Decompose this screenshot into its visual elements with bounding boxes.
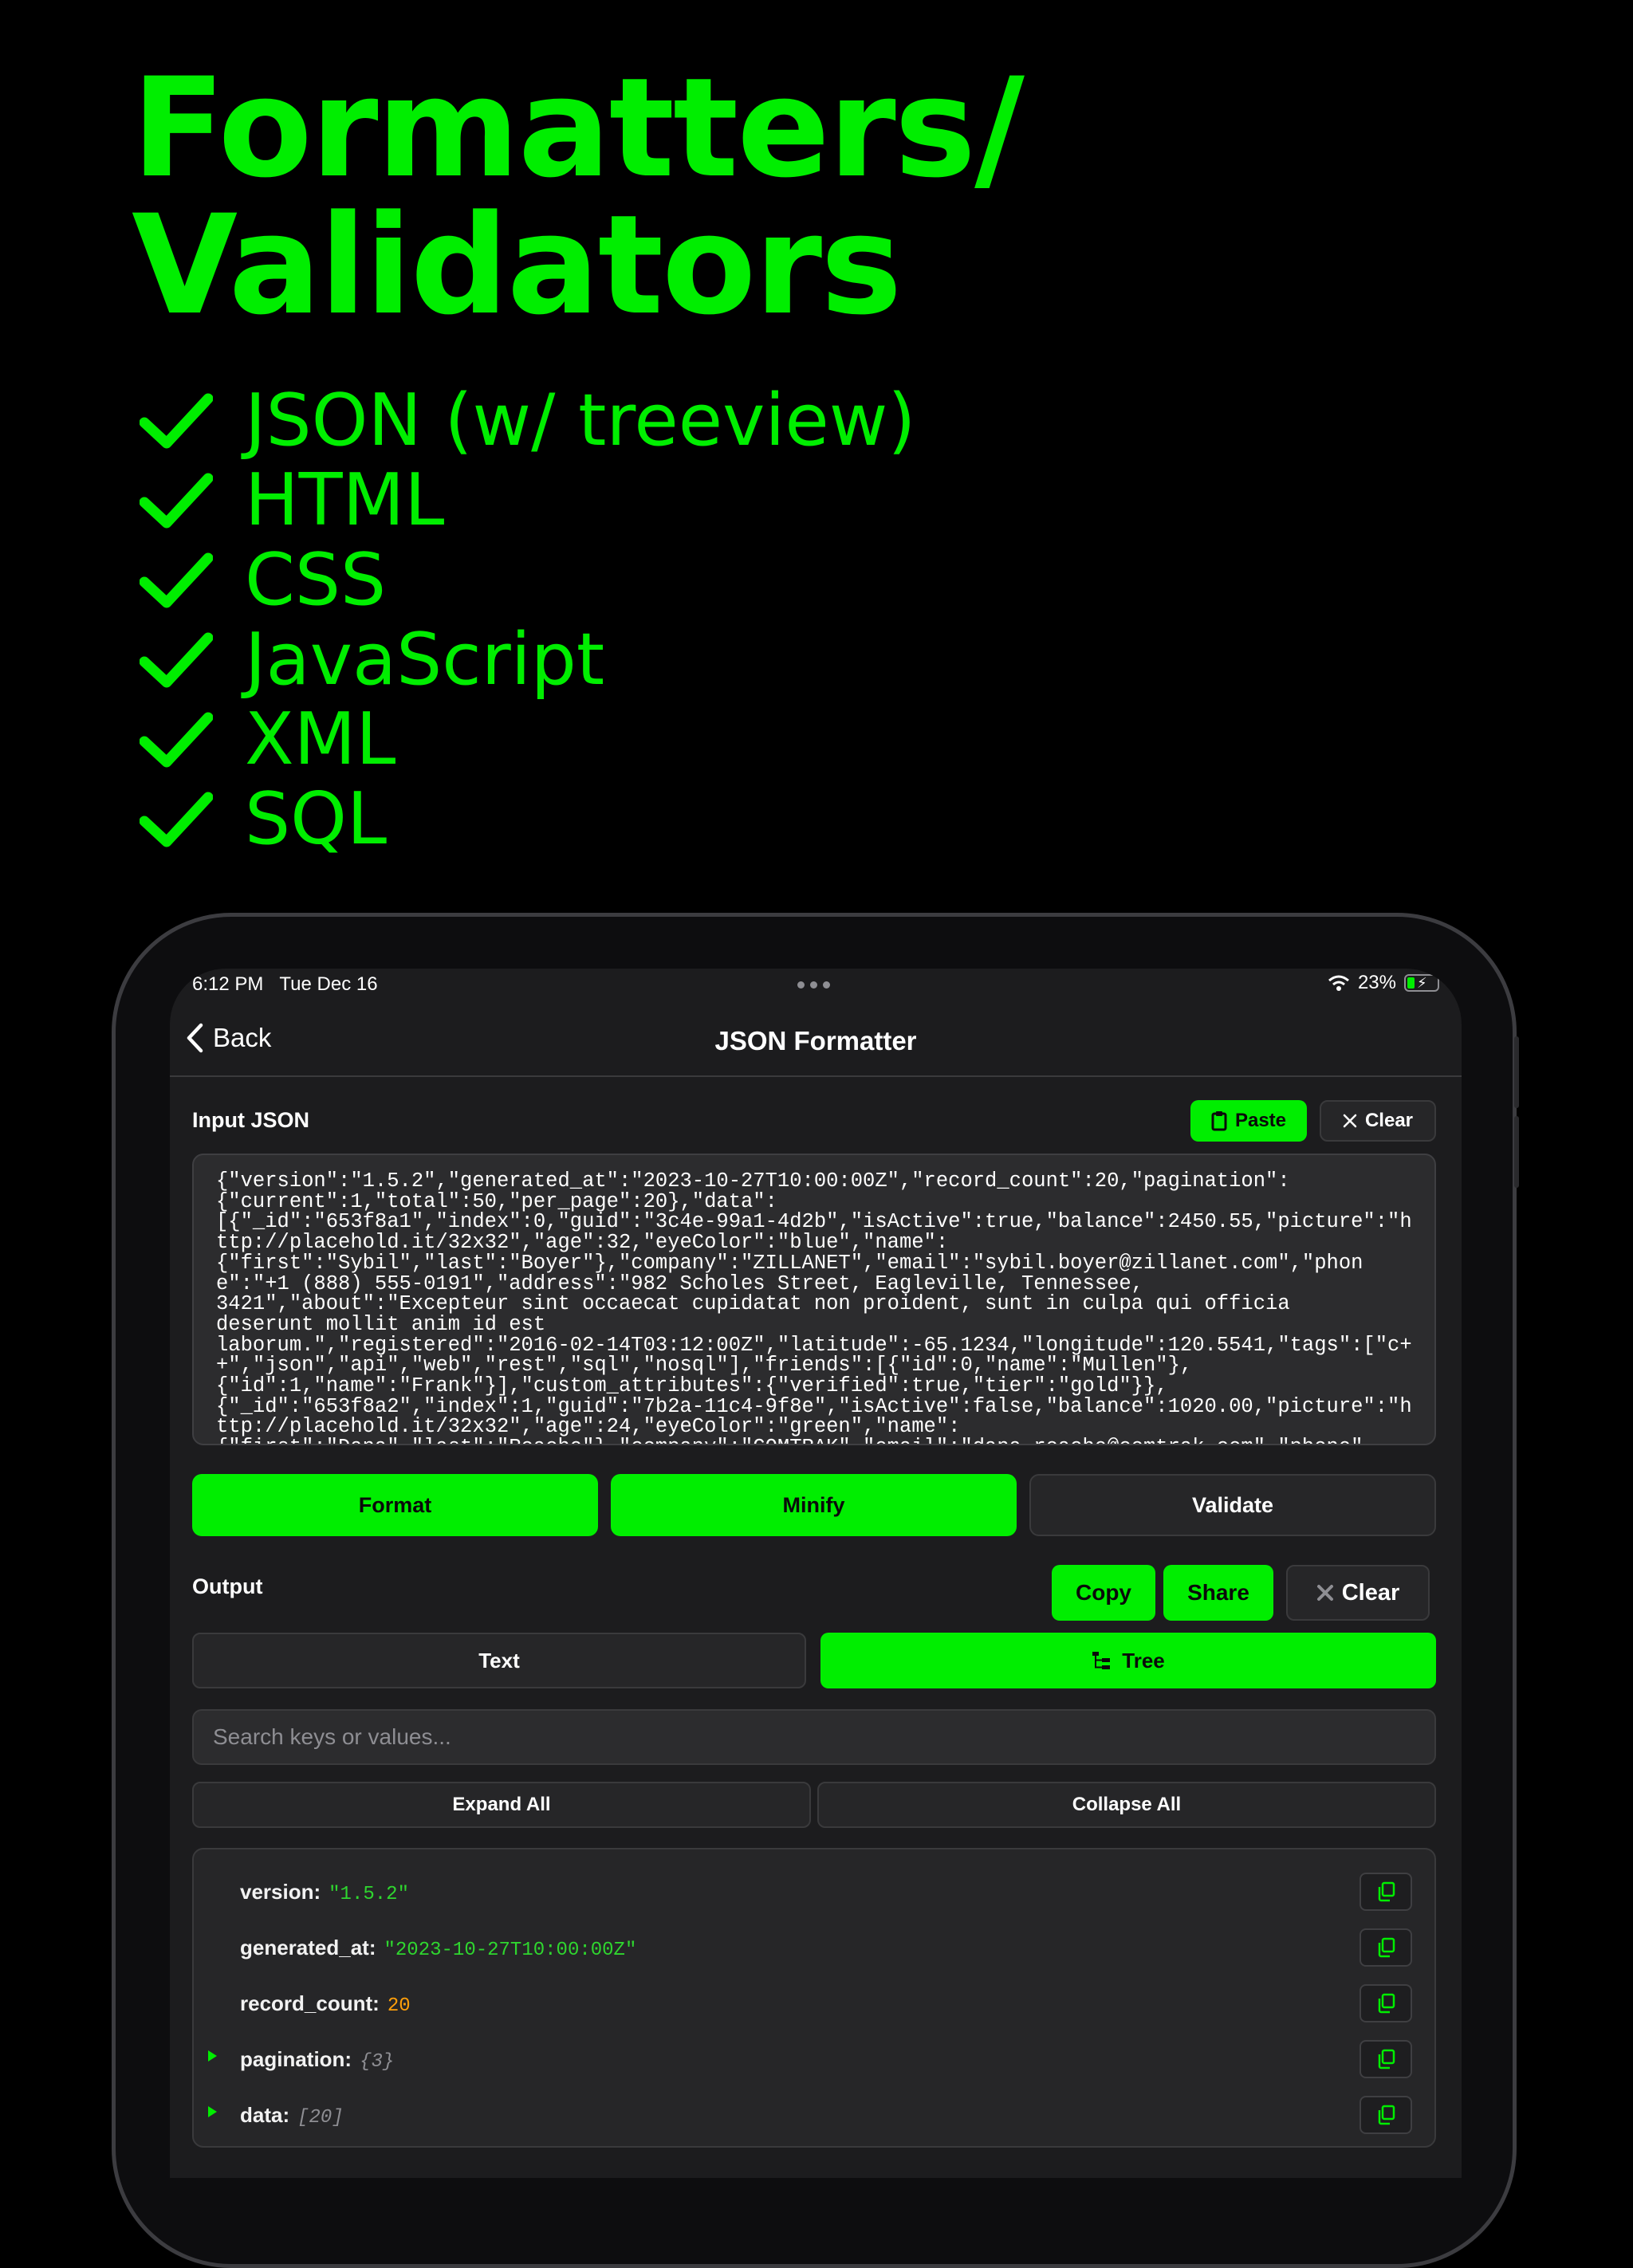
feature-item: SQL: [140, 780, 916, 859]
feature-label: CSS: [245, 538, 387, 622]
copy-node-button[interactable]: [1360, 1984, 1412, 2022]
feature-list: JSON (w/ treeview) HTML CSS JavaScript X…: [140, 381, 916, 859]
json-input-editor[interactable]: {"version":"1.5.2","generated_at":"2023-…: [192, 1154, 1436, 1445]
copy-node-button[interactable]: [1360, 2096, 1412, 2134]
output-clear-button[interactable]: Clear: [1286, 1565, 1430, 1621]
copy-icon: [1378, 1937, 1395, 1958]
clear-label: Clear: [1341, 1579, 1400, 1606]
volume-button: [1514, 1116, 1519, 1188]
json-input-text: {"version":"1.5.2","generated_at":"2023-…: [216, 1169, 1412, 1444]
copy-icon: [1378, 1993, 1395, 2014]
tree-value: "2023-10-27T10:00:00Z": [384, 1940, 637, 1961]
battery-percent: 23%: [1357, 972, 1396, 993]
tree-row[interactable]: pagination: {3}: [194, 2036, 1434, 2084]
feature-label: HTML: [245, 458, 445, 542]
status-indicators: 23% ⚡: [1328, 972, 1439, 994]
feature-item: XML: [140, 700, 916, 780]
share-button[interactable]: Share: [1163, 1565, 1273, 1621]
expand-caret-icon[interactable]: [208, 2050, 217, 2062]
paste-button[interactable]: Paste: [1190, 1100, 1307, 1142]
minify-button[interactable]: Minify: [611, 1474, 1017, 1536]
headline-line-2: Validators: [132, 185, 902, 345]
copy-icon: [1378, 1881, 1395, 1902]
paste-label: Paste: [1234, 1110, 1287, 1131]
copy-icon: [1378, 2105, 1395, 2125]
headline-line-1: Formatters/: [132, 48, 1025, 208]
copy-output-button[interactable]: Copy: [1052, 1565, 1155, 1621]
feature-label: JSON (w/ treeview): [245, 379, 916, 462]
wifi-icon: [1328, 975, 1349, 991]
clear-label: Clear: [1364, 1110, 1414, 1131]
feature-label: JavaScript: [245, 618, 605, 702]
tab-text[interactable]: Text: [192, 1633, 806, 1688]
close-icon: [1316, 1585, 1333, 1601]
tree-row[interactable]: generated_at: "2023-10-27T10:00:00Z": [194, 1924, 1434, 1972]
validate-button[interactable]: Validate: [1029, 1474, 1436, 1536]
app-screen: 6:12 PM Tue Dec 16 23% ⚡ Back JSON Forma…: [170, 969, 1462, 2178]
navigation-bar: Back JSON Formatter: [170, 1016, 1462, 1077]
feature-item: JSON (w/ treeview): [140, 381, 916, 461]
checkmark-icon: [140, 792, 213, 847]
tab-tree-label: Tree: [1122, 1648, 1165, 1673]
tree-structure-icon: [1092, 1652, 1111, 1669]
status-time: 6:12 PM Tue Dec 16: [192, 973, 378, 995]
tree-row[interactable]: record_count: 20: [194, 1980, 1434, 2028]
screen-title: JSON Formatter: [714, 1026, 917, 1055]
expand-caret-icon[interactable]: [208, 2106, 217, 2117]
format-button[interactable]: Format: [192, 1474, 598, 1536]
copy-node-button[interactable]: [1360, 1928, 1412, 1967]
tree-row[interactable]: version: "1.5.2": [194, 1869, 1434, 1916]
feature-item: HTML: [140, 461, 916, 540]
tree-key: generated_at: "2023-10-27T10:00:00Z": [240, 1936, 637, 1961]
copy-icon: [1378, 2049, 1395, 2070]
collapse-all-button[interactable]: Collapse All: [817, 1782, 1436, 1828]
tree-value: 20: [387, 1995, 411, 2017]
copy-node-button[interactable]: [1360, 1873, 1412, 1911]
search-input[interactable]: [192, 1709, 1436, 1765]
json-tree-view: version: "1.5.2" generated_at: "2023-10-27…: [192, 1848, 1436, 2148]
checkmark-icon: [140, 393, 213, 449]
multitasking-dots-icon[interactable]: [797, 981, 830, 989]
copy-node-button[interactable]: [1360, 2040, 1412, 2078]
tree-value: {3}: [360, 2051, 395, 2073]
input-clear-button[interactable]: Clear: [1320, 1100, 1436, 1142]
feature-item: CSS: [140, 540, 916, 620]
checkmark-icon: [140, 712, 213, 768]
battery-charging-icon: ⚡: [1404, 974, 1439, 992]
expand-all-button[interactable]: Expand All: [192, 1782, 811, 1828]
headline: Formatters/ Validators: [132, 48, 1025, 345]
close-icon: [1343, 1114, 1357, 1128]
tree-value: "1.5.2": [329, 1884, 409, 1905]
tree-key: data: [20]: [240, 2103, 344, 2128]
feature-label: SQL: [245, 777, 388, 861]
tree-value: [20]: [297, 2107, 344, 2128]
feature-item: JavaScript: [140, 620, 916, 700]
tree-row[interactable]: data: [20]: [194, 2092, 1434, 2140]
tree-key: record_count: 20: [240, 1991, 411, 2017]
checkmark-icon: [140, 473, 213, 529]
output-label: Output: [192, 1574, 263, 1598]
feature-label: XML: [245, 698, 396, 781]
input-json-label: Input JSON: [192, 1108, 309, 1132]
tab-tree[interactable]: Tree: [820, 1633, 1436, 1688]
checkmark-icon: [140, 632, 213, 688]
volume-button: [1514, 1036, 1519, 1108]
tree-key: pagination: {3}: [240, 2047, 395, 2073]
clipboard-icon: [1211, 1111, 1227, 1131]
status-bar: 6:12 PM Tue Dec 16 23% ⚡: [170, 969, 1462, 1000]
tree-key: version: "1.5.2": [240, 1880, 409, 1905]
checkmark-icon: [140, 552, 213, 608]
